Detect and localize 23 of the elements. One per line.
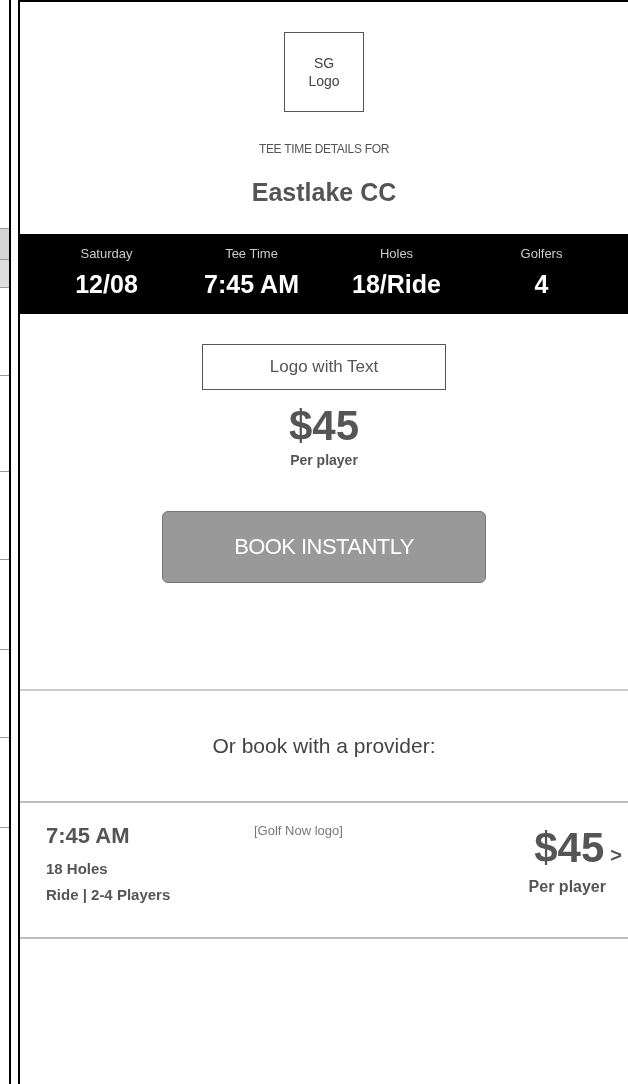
logo-text: SG Logo (307, 54, 341, 90)
detail-value: 12/08 (75, 268, 138, 300)
detail-label: Holes (379, 245, 414, 263)
detail-label: Saturday (80, 245, 133, 263)
provider-logo-placeholder: [Golf Now logo] (254, 821, 344, 840)
section-label: TEE TIME DETAILS FOR (258, 141, 390, 158)
detail-label: Tee Time (225, 245, 278, 263)
price: $45 (534, 824, 605, 871)
provider-heading: Or book with a provider: (211, 732, 437, 759)
course-name: Eastlake CC (251, 177, 397, 208)
provider-row[interactable]: 7:45 AM 18 Holes Ride | 2-4 Players [Golf Now logo] $45> Per player (20, 800, 628, 939)
chevron-icon: > (610, 839, 622, 870)
price-note: Per player (528, 876, 606, 897)
detail-value: 7:45 AM (204, 268, 299, 300)
detail-value: 4 (534, 268, 549, 300)
logo-text: Logo with Text (269, 355, 379, 378)
price-note: Per player (290, 450, 358, 470)
detail-label: Golfers (520, 245, 563, 263)
ride-players-text: Ride | 2-4 Players (46, 885, 172, 905)
tee-time: 7:45 AM (46, 821, 131, 850)
detail-value: 18/Ride (352, 268, 441, 300)
holes-text: 18 Holes (46, 858, 109, 879)
price: $45 (288, 401, 360, 450)
